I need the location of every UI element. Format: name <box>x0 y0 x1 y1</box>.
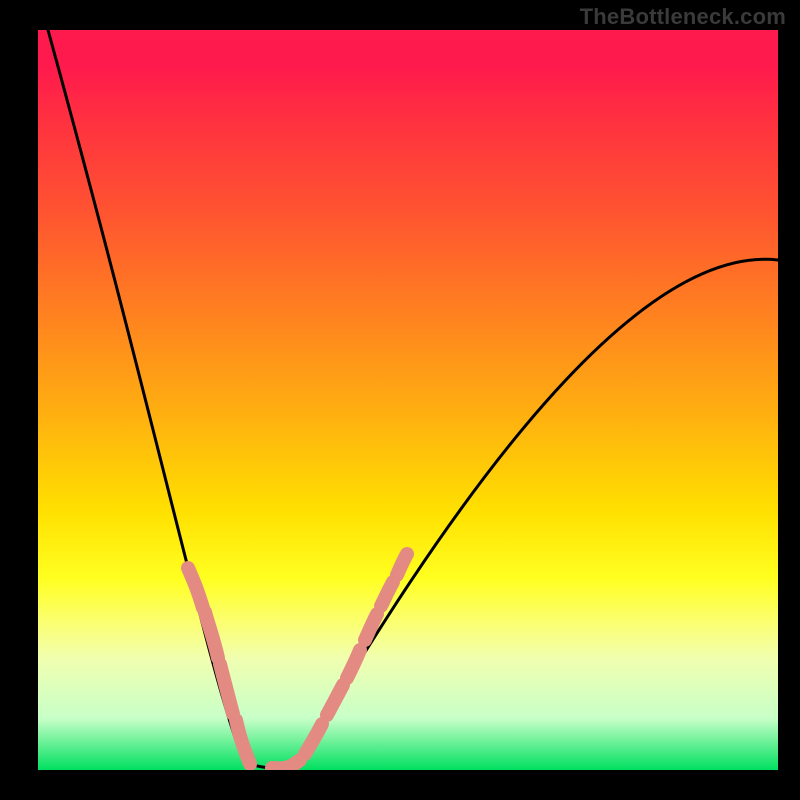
curve-layer <box>38 30 778 770</box>
plot-area <box>38 30 778 770</box>
bottleneck-curve <box>48 30 778 768</box>
chart-frame: TheBottleneck.com <box>0 0 800 800</box>
watermark-text: TheBottleneck.com <box>580 4 786 30</box>
right-overlay-dots <box>272 554 407 768</box>
left-overlay-dots <box>188 568 250 764</box>
